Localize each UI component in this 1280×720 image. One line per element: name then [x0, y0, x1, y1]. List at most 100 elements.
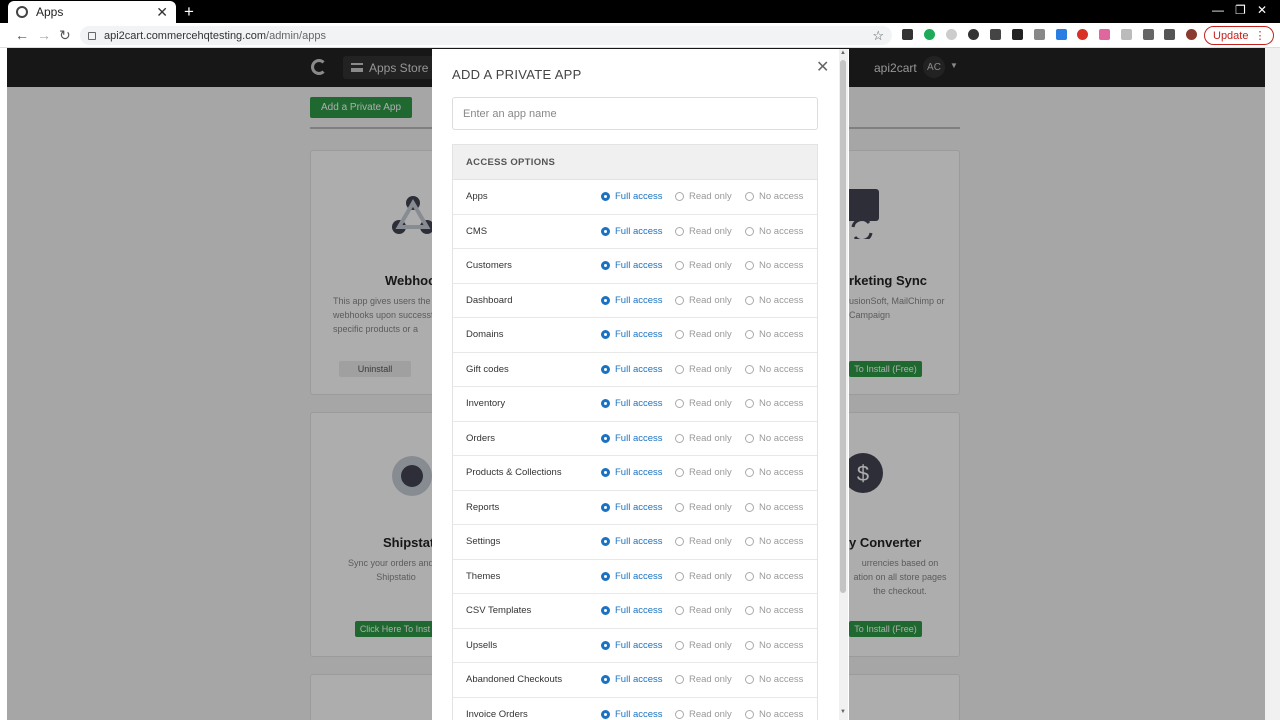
radio-icon[interactable] [675, 571, 684, 581]
radio-icon[interactable] [745, 502, 754, 512]
full-access-radio[interactable]: Full access [601, 571, 663, 582]
radio-icon[interactable] [745, 295, 754, 305]
radio-icon[interactable] [675, 675, 684, 684]
radio-icon[interactable] [601, 606, 610, 615]
no-access-radio[interactable]: No access [745, 467, 803, 478]
page-scrollbar[interactable] [1265, 48, 1280, 720]
read-only-radio[interactable]: Read only [675, 502, 732, 513]
radio-icon[interactable] [601, 433, 610, 443]
radio-icon[interactable] [675, 192, 684, 201]
extension-icon[interactable] [968, 29, 979, 40]
scroll-up-icon[interactable]: ▲ [840, 50, 846, 56]
radio-icon[interactable] [675, 709, 684, 719]
radio-icon[interactable] [745, 606, 754, 615]
full-access-radio[interactable]: Full access [601, 605, 663, 616]
full-access-radio[interactable]: Full access [601, 433, 663, 444]
no-access-radio[interactable]: No access [745, 398, 803, 409]
app-name-input[interactable] [452, 97, 818, 130]
radio-icon[interactable] [601, 192, 610, 201]
minimize-icon[interactable]: — [1212, 3, 1224, 17]
radio-icon[interactable] [601, 295, 610, 305]
no-access-radio[interactable]: No access [745, 605, 803, 616]
extension-icon[interactable] [990, 29, 1001, 40]
full-access-radio[interactable]: Full access [601, 191, 663, 202]
radio-icon[interactable] [675, 226, 684, 236]
full-access-radio[interactable]: Full access [601, 502, 663, 513]
full-access-radio[interactable]: Full access [601, 398, 663, 409]
extension-icon[interactable] [946, 29, 957, 40]
radio-icon[interactable] [601, 468, 610, 477]
radio-icon[interactable] [675, 399, 684, 408]
read-only-radio[interactable]: Read only [675, 260, 732, 271]
extension-icon[interactable] [1121, 29, 1132, 40]
read-only-radio[interactable]: Read only [675, 295, 732, 306]
address-bar[interactable]: api2cart.commercehqtesting.com/admin/app… [80, 26, 892, 45]
no-access-radio[interactable]: No access [745, 295, 803, 306]
radio-icon[interactable] [601, 226, 610, 236]
full-access-radio[interactable]: Full access [601, 260, 663, 271]
radio-icon[interactable] [601, 709, 610, 719]
extension-icon[interactable] [1034, 29, 1045, 40]
radio-icon[interactable] [675, 468, 684, 477]
extension-icon[interactable] [1012, 29, 1023, 40]
read-only-radio[interactable]: Read only [675, 433, 732, 444]
tab-close-icon[interactable]: ✕ [156, 4, 168, 21]
bookmark-star-icon[interactable]: ☆ [872, 28, 884, 44]
forward-icon[interactable]: → [37, 27, 51, 43]
no-access-radio[interactable]: No access [745, 674, 803, 685]
radio-icon[interactable] [601, 640, 610, 650]
puzzle-icon[interactable] [1143, 29, 1154, 40]
radio-icon[interactable] [745, 571, 754, 581]
grammarly-extension-icon[interactable] [924, 29, 935, 40]
no-access-radio[interactable]: No access [745, 329, 803, 340]
read-only-radio[interactable]: Read only [675, 398, 732, 409]
no-access-radio[interactable]: No access [745, 571, 803, 582]
no-access-radio[interactable]: No access [745, 640, 803, 651]
window-close-icon[interactable]: ✕ [1257, 3, 1267, 17]
radio-icon[interactable] [601, 571, 610, 581]
scroll-down-icon[interactable]: ▼ [840, 709, 846, 715]
read-only-radio[interactable]: Read only [675, 467, 732, 478]
reload-icon[interactable]: ↻ [59, 27, 71, 44]
radio-icon[interactable] [601, 675, 610, 684]
radio-icon[interactable] [745, 399, 754, 408]
radio-icon[interactable] [675, 606, 684, 615]
full-access-radio[interactable]: Full access [601, 674, 663, 685]
full-access-radio[interactable]: Full access [601, 536, 663, 547]
full-access-radio[interactable]: Full access [601, 467, 663, 478]
new-tab-icon[interactable]: + [184, 2, 194, 22]
radio-icon[interactable] [675, 330, 684, 339]
read-only-radio[interactable]: Read only [675, 536, 732, 547]
full-access-radio[interactable]: Full access [601, 364, 663, 375]
close-icon[interactable]: ✕ [816, 57, 829, 77]
full-access-radio[interactable]: Full access [601, 329, 663, 340]
radio-icon[interactable] [745, 709, 754, 719]
radio-icon[interactable] [745, 226, 754, 236]
radio-icon[interactable] [745, 433, 754, 443]
radio-icon[interactable] [745, 330, 754, 339]
radio-icon[interactable] [675, 433, 684, 443]
browser-update-button[interactable]: Update ⋮ [1204, 26, 1275, 45]
radio-icon[interactable] [601, 330, 610, 339]
radio-icon[interactable] [675, 364, 684, 374]
profile-avatar-icon[interactable] [1186, 29, 1197, 40]
read-only-radio[interactable]: Read only [675, 571, 732, 582]
radio-icon[interactable] [745, 192, 754, 201]
no-access-radio[interactable]: No access [745, 433, 803, 444]
full-access-radio[interactable]: Full access [601, 640, 663, 651]
radio-icon[interactable] [675, 261, 684, 270]
read-only-radio[interactable]: Read only [675, 364, 732, 375]
full-access-radio[interactable]: Full access [601, 295, 663, 306]
read-only-radio[interactable]: Read only [675, 709, 732, 720]
extension-icon[interactable] [1077, 29, 1088, 40]
no-access-radio[interactable]: No access [745, 191, 803, 202]
no-access-radio[interactable]: No access [745, 709, 803, 720]
radio-icon[interactable] [675, 502, 684, 512]
radio-icon[interactable] [745, 537, 754, 546]
radio-icon[interactable] [675, 640, 684, 650]
radio-icon[interactable] [601, 364, 610, 374]
radio-icon[interactable] [745, 640, 754, 650]
no-access-radio[interactable]: No access [745, 364, 803, 375]
modal-scrollbar-thumb[interactable] [840, 60, 846, 593]
reading-list-icon[interactable] [1164, 29, 1175, 40]
